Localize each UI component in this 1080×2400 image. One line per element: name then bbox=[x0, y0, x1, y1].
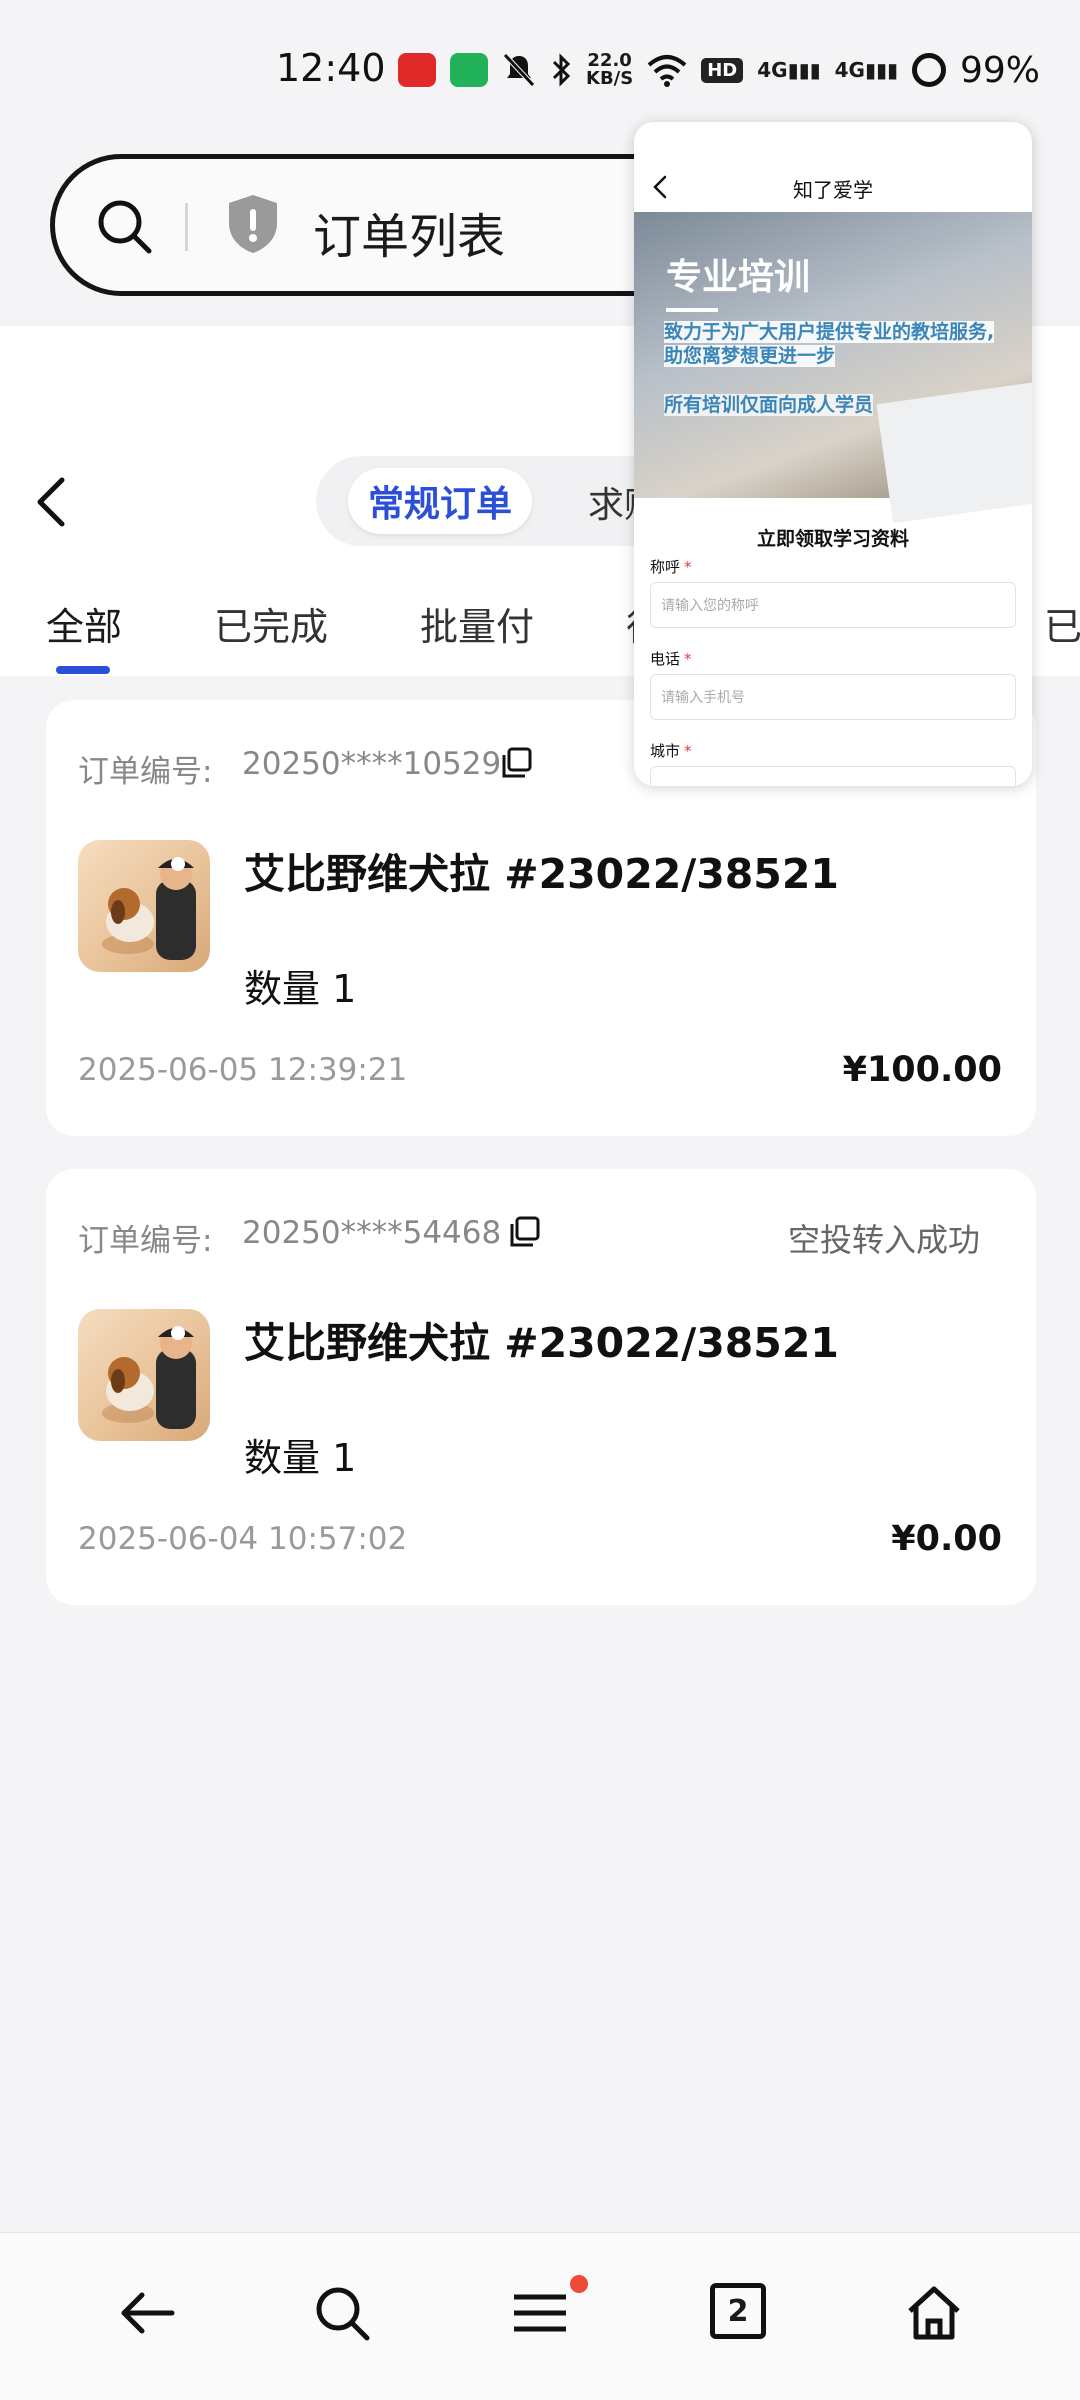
field-label-city-text: 城市 bbox=[650, 742, 681, 760]
popup-title: 知了爱学 bbox=[793, 178, 873, 202]
product-quantity: 数量 1 bbox=[244, 967, 357, 1011]
product-title[interactable]: 艾比野维犬拉 #23022/38521 bbox=[244, 840, 839, 900]
field-label-name-text: 称呼 bbox=[650, 558, 681, 576]
dog-figure-image bbox=[102, 1326, 196, 1429]
product-title[interactable]: 艾比野维犬拉 #23022/38521 bbox=[244, 1309, 839, 1369]
order-no: 20250****10529 bbox=[242, 746, 502, 782]
search-icon[interactable] bbox=[93, 195, 157, 259]
hd-icon: HD bbox=[701, 57, 744, 83]
net-speed: 22.0 KB/S bbox=[586, 52, 633, 88]
banner-paper-graphic bbox=[876, 380, 1032, 524]
net-speed-unit: KB/S bbox=[586, 68, 634, 89]
wifi-icon bbox=[647, 55, 687, 87]
copy-icon[interactable] bbox=[508, 1215, 542, 1249]
browser-bottom-nav: 2 bbox=[0, 2232, 1080, 2400]
order-no-label: 订单编号: bbox=[78, 1223, 213, 1259]
order-price: ¥0.00 bbox=[891, 1519, 1002, 1559]
order-no: 20250****54468 bbox=[242, 1215, 502, 1251]
order-date: 2025-06-04 10:57:02 bbox=[78, 1521, 408, 1557]
signal-label-1: 4G bbox=[757, 58, 788, 82]
message-notification-icon bbox=[450, 53, 488, 87]
order-price: ¥100.00 bbox=[842, 1050, 1002, 1090]
order-date: 2025-06-05 12:39:21 bbox=[78, 1052, 408, 1088]
signal-icon-2: 4G▮▮▮ bbox=[834, 58, 898, 82]
product-thumbnail[interactable] bbox=[78, 840, 210, 972]
search-nav-icon[interactable] bbox=[312, 2283, 372, 2343]
tabs-count-button[interactable]: 2 bbox=[710, 2283, 766, 2339]
phone-input[interactable]: 请输入手机号 bbox=[650, 674, 1016, 720]
field-label-city: 城市 * bbox=[650, 742, 692, 760]
mute-bell-icon bbox=[503, 53, 535, 87]
app-notification-icon bbox=[398, 53, 436, 87]
home-icon[interactable] bbox=[904, 2283, 964, 2343]
product-thumbnail[interactable] bbox=[78, 1309, 210, 1441]
shield-warning-icon[interactable] bbox=[225, 191, 281, 255]
order-no-label: 订单编号: bbox=[78, 754, 213, 790]
dog-figure-image bbox=[102, 857, 196, 960]
back-arrow-icon[interactable] bbox=[32, 474, 72, 530]
banner-note: 所有培训仅面向成人学员 bbox=[664, 390, 874, 417]
form-title: 立即领取学习资料 bbox=[756, 528, 909, 550]
banner-line-1: 致力于为广大用户提供专业的教培服务, bbox=[664, 321, 995, 343]
battery-icon bbox=[911, 53, 946, 87]
menu-notification-dot bbox=[570, 2275, 588, 2293]
field-label-name: 称呼 * bbox=[650, 558, 692, 576]
back-nav-icon[interactable] bbox=[118, 2283, 178, 2343]
city-input[interactable] bbox=[650, 766, 1016, 786]
name-input[interactable]: 请输入您的称呼 bbox=[650, 582, 1016, 628]
order-card[interactable]: 订单编号: 20250****54468 空投转入成功 艾比野维犬拉 #2302… bbox=[46, 1169, 1036, 1605]
order-status: 空投转入成功 bbox=[787, 1221, 980, 1259]
signal-label-2: 4G bbox=[834, 58, 865, 82]
banner-line-2: 助您离梦想更进一步 bbox=[664, 345, 836, 367]
page-title[interactable]: 订单列表 bbox=[313, 197, 505, 267]
banner-underline bbox=[666, 308, 718, 312]
address-divider bbox=[185, 203, 188, 251]
training-banner[interactable]: 专业培训 致力于为广大用户提供专业的教培服务, 助您离梦想更进一步 所有培训仅面… bbox=[634, 212, 1032, 524]
tab-all[interactable]: 全部 bbox=[46, 596, 122, 651]
tabs-count: 2 bbox=[727, 2293, 749, 2329]
tab-completed[interactable]: 已完成 bbox=[214, 596, 328, 651]
status-icons: 22.0 KB/S HD 4G▮▮▮ 4G▮▮▮ 99% bbox=[398, 48, 1040, 92]
status-bar: 12:40 22.0 KB/S HD 4G▮▮▮ 4G▮▮▮ 99% bbox=[0, 0, 1080, 140]
segment-regular-orders[interactable]: 常规订单 bbox=[348, 468, 533, 534]
copy-icon[interactable] bbox=[500, 746, 534, 780]
banner-heading: 专业培训 bbox=[666, 257, 811, 298]
banner-line-3: 所有培训仅面向成人学员 bbox=[664, 394, 874, 416]
field-label-phone-text: 电话 bbox=[650, 650, 681, 668]
banner-description: 致力于为广大用户提供专业的教培服务, 助您离梦想更进一步 bbox=[664, 320, 1014, 368]
product-quantity: 数量 1 bbox=[244, 1436, 357, 1480]
field-label-phone: 电话 * bbox=[650, 650, 692, 668]
floating-ad-window[interactable]: 知了爱学 专业培训 致力于为广大用户提供专业的教培服务, 助您离梦想更进一步 所… bbox=[634, 122, 1032, 786]
tab-active-indicator bbox=[56, 666, 110, 674]
status-time: 12:40 bbox=[276, 46, 386, 90]
tab-other[interactable]: 已 bbox=[1044, 596, 1080, 651]
menu-icon[interactable] bbox=[510, 2283, 570, 2343]
signal-icon-1: 4G▮▮▮ bbox=[757, 58, 821, 82]
tab-batch-pay[interactable]: 批量付 bbox=[420, 596, 534, 651]
battery-percent: 99% bbox=[959, 49, 1040, 91]
bluetooth-icon bbox=[552, 53, 571, 87]
